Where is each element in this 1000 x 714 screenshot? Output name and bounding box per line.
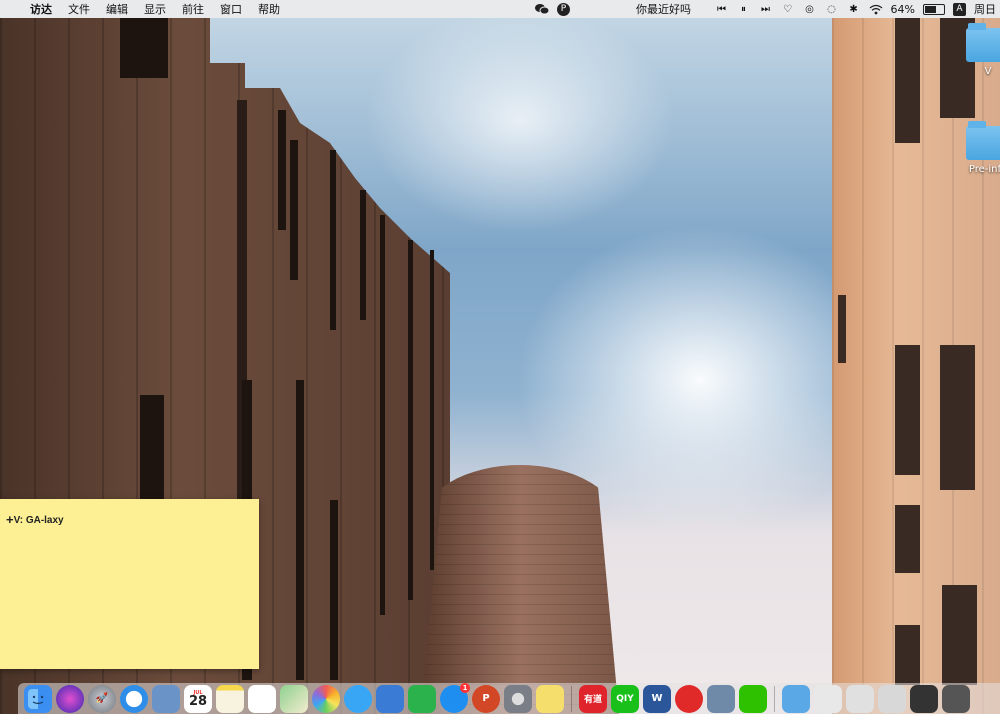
- image-viewer-icon[interactable]: [707, 684, 735, 713]
- wifi-icon[interactable]: [869, 2, 883, 16]
- folder-label: Pre-info: [968, 164, 1000, 175]
- sticky-note[interactable]: +V: GA-laxy: [0, 499, 259, 669]
- netease-music-icon[interactable]: [675, 684, 703, 713]
- stickies-icon[interactable]: [536, 684, 564, 713]
- finder-icon[interactable]: [24, 684, 52, 713]
- document-stack-icon[interactable]: [942, 684, 970, 713]
- folder-label: V: [984, 66, 992, 77]
- dock-separator: [571, 685, 572, 712]
- menu-window[interactable]: 窗口: [212, 1, 250, 17]
- dock-separator: [774, 685, 775, 712]
- system-preferences-icon[interactable]: [504, 684, 532, 713]
- keynote-icon[interactable]: [376, 684, 404, 713]
- app-store-badge: 1: [460, 682, 470, 693]
- iqiyi-icon[interactable]: QIY: [611, 684, 639, 713]
- next-track-icon[interactable]: ⏭: [759, 2, 773, 16]
- plus-icon: +: [6, 512, 14, 527]
- wechat-status-icon[interactable]: [535, 2, 549, 16]
- document-stack-icon[interactable]: [846, 684, 874, 713]
- previous-track-icon[interactable]: ⏮: [715, 2, 729, 16]
- preview-icon[interactable]: [152, 684, 180, 713]
- safari-icon[interactable]: [120, 684, 148, 713]
- menu-view[interactable]: 显示: [136, 1, 174, 17]
- siri-icon[interactable]: [56, 684, 84, 713]
- document-stack-icon[interactable]: [878, 684, 906, 713]
- downloads-folder-icon[interactable]: [782, 684, 810, 713]
- app-menu-finder[interactable]: 访达: [22, 1, 60, 17]
- desktop-folder-v[interactable]: V: [958, 23, 1000, 77]
- battery-percent[interactable]: 64%: [891, 3, 915, 16]
- menu-go[interactable]: 前往: [174, 1, 212, 17]
- messages-icon[interactable]: [344, 684, 372, 713]
- word-icon[interactable]: W: [643, 684, 671, 713]
- heart-icon[interactable]: ♡: [781, 2, 795, 16]
- chat-status-icon[interactable]: ◌: [825, 2, 839, 16]
- round-tower: [420, 465, 620, 714]
- now-playing-title[interactable]: 你最近好吗: [636, 1, 691, 17]
- numbers-icon[interactable]: [408, 684, 436, 713]
- youdao-icon[interactable]: 有道: [579, 684, 607, 713]
- menu-bar: 访达 文件 编辑 显示 前往 窗口 帮助 P 你最近好吗 ⏮ ⏸ ⏭ ♡ ◎ ◌…: [0, 0, 1000, 18]
- bluetooth-icon[interactable]: ✱: [847, 2, 861, 16]
- document-stack-icon[interactable]: [910, 684, 938, 713]
- p-status-icon[interactable]: P: [557, 2, 570, 16]
- maps-icon[interactable]: [280, 684, 308, 713]
- sticky-note-text[interactable]: +V: GA-laxy: [6, 512, 64, 527]
- menu-file[interactable]: 文件: [60, 1, 98, 17]
- photos-icon[interactable]: [312, 684, 340, 713]
- desktop-folder-pre-info[interactable]: Pre-info: [958, 121, 1000, 175]
- wechat-icon[interactable]: [739, 684, 767, 713]
- battery-icon[interactable]: [923, 3, 945, 15]
- menu-edit[interactable]: 编辑: [98, 1, 136, 17]
- app-store-icon[interactable]: 1: [440, 682, 470, 713]
- menubar-clock[interactable]: 周日: [974, 1, 996, 17]
- calendar-icon[interactable]: JUL 28: [184, 684, 212, 713]
- folder-icon: [966, 23, 1000, 62]
- launchpad-icon[interactable]: 🚀: [88, 684, 116, 713]
- reminders-icon[interactable]: [248, 684, 276, 713]
- calendar-day: 28: [188, 693, 208, 709]
- folder-icon: [966, 121, 1000, 160]
- notes-icon[interactable]: [216, 684, 244, 713]
- dock: 🚀 JUL 28 1 P 有道 QIY W: [18, 682, 1000, 714]
- input-method-icon[interactable]: A: [953, 2, 966, 16]
- pause-icon[interactable]: ⏸: [737, 2, 751, 16]
- netease-status-icon[interactable]: ◎: [803, 2, 817, 16]
- document-stack-icon[interactable]: [814, 684, 842, 713]
- menu-help[interactable]: 帮助: [250, 1, 288, 17]
- powerpoint-icon[interactable]: P: [472, 684, 500, 713]
